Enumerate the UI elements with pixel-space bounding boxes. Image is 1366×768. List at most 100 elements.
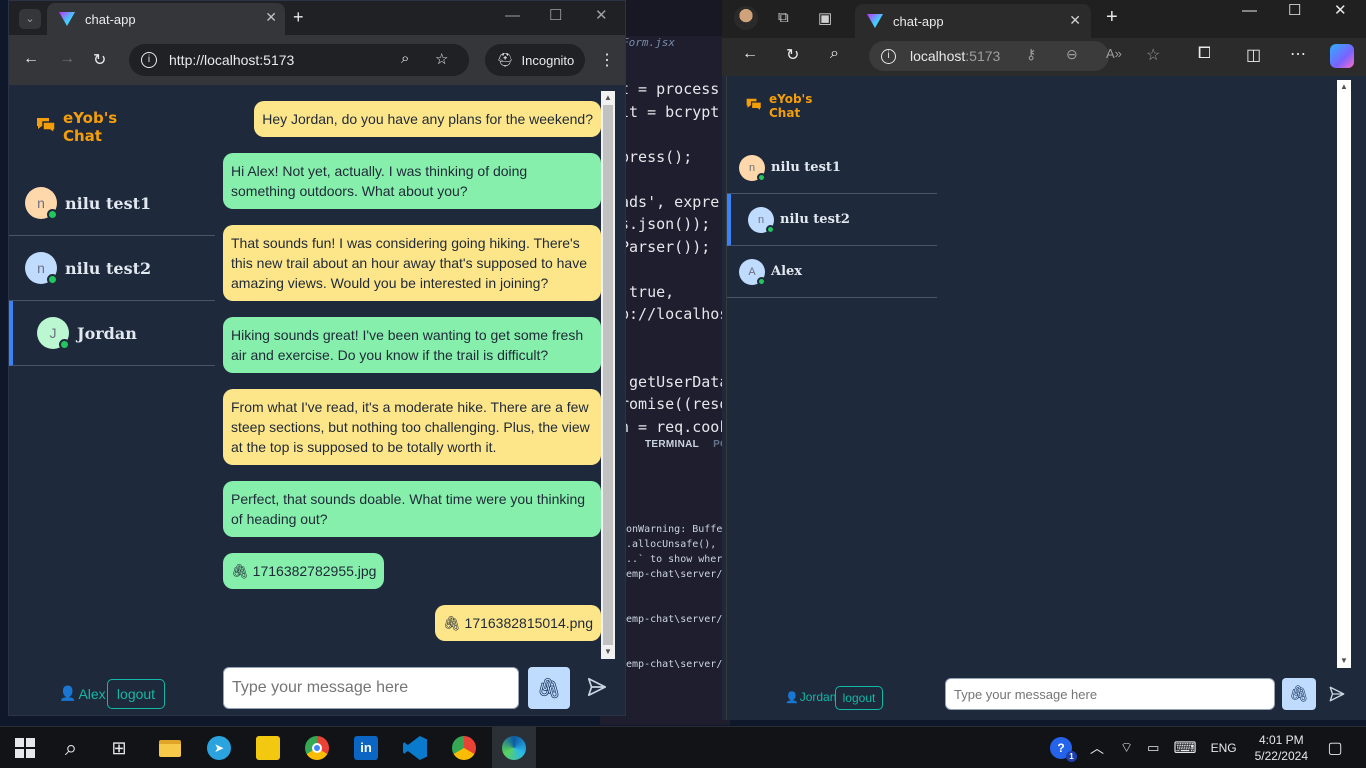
send-icon xyxy=(587,677,607,697)
site-info-icon[interactable]: i xyxy=(141,52,157,68)
key-icon[interactable]: ⚷ xyxy=(1026,46,1036,63)
show-hidden-icons-chevron-icon[interactable]: ︿ xyxy=(1090,738,1104,758)
zoom-out-icon[interactable]: ⊖ xyxy=(1066,46,1078,63)
send-button[interactable] xyxy=(1325,680,1349,708)
split-screen-icon[interactable]: ◫ xyxy=(1246,45,1261,65)
incognito-badge[interactable]: ⛑ Incognito xyxy=(485,44,585,76)
edge-taskbar-icon[interactable] xyxy=(492,727,536,768)
edge-tab[interactable]: chat-app ✕ xyxy=(855,4,1091,38)
send-icon xyxy=(1329,686,1345,702)
close-tab-icon[interactable]: ✕ xyxy=(1069,12,1081,29)
chrome-incognito-taskbar-icon[interactable] xyxy=(451,735,477,761)
notifications-icon[interactable]: ▢ xyxy=(1322,735,1348,761)
settings-more-icon[interactable]: ⋯ xyxy=(1290,44,1306,64)
terminal-line: ...` to show wher xyxy=(620,554,723,565)
language-indicator[interactable]: ENG xyxy=(1211,741,1237,755)
logout-button[interactable]: logout xyxy=(835,686,883,710)
contact-item[interactable]: n nilu test2 xyxy=(727,194,937,246)
copilot-icon[interactable] xyxy=(1330,44,1354,68)
power-bi-icon[interactable] xyxy=(255,735,281,761)
bookmark-star-icon[interactable]: ☆ xyxy=(435,50,448,68)
minimize-icon[interactable]: — xyxy=(1242,2,1257,19)
contact-item[interactable]: n nilu test2 xyxy=(9,236,215,301)
message-list: Hey Jordan, do you have any plans for th… xyxy=(223,93,601,653)
back-arrow-icon[interactable]: ← xyxy=(742,45,758,63)
battery-icon[interactable]: ▭ xyxy=(1147,740,1159,756)
help-icon[interactable]: ? 1 xyxy=(1050,737,1077,762)
contact-item[interactable]: n nilu test1 xyxy=(9,171,215,236)
clock-time: 4:01 PM xyxy=(1258,733,1304,747)
message-input[interactable] xyxy=(945,678,1275,710)
telegram-icon[interactable]: ➤ xyxy=(206,735,232,761)
tab-actions-icon[interactable]: ▣ xyxy=(818,9,832,27)
search-icon[interactable]: ⌕ xyxy=(830,45,839,63)
contact-item[interactable]: n nilu test1 xyxy=(727,142,937,194)
new-tab-icon[interactable]: + xyxy=(1106,6,1118,29)
message-scrollbar[interactable]: ▲ ▼ xyxy=(1337,80,1351,668)
contact-avatar: n xyxy=(739,154,766,182)
read-aloud-icon[interactable]: A» xyxy=(1106,46,1122,61)
code-line: true, xyxy=(620,282,675,301)
contact-item[interactable]: A Alex xyxy=(727,246,937,298)
scroll-down-icon[interactable]: ▼ xyxy=(601,645,615,659)
message-text: Hey Jordan, do you have any plans for th… xyxy=(262,111,593,127)
close-tab-icon[interactable]: ✕ xyxy=(265,9,277,26)
chrome-tab[interactable]: chat-app ✕ xyxy=(47,3,285,35)
zoom-icon[interactable]: ⌕ xyxy=(401,50,409,67)
reload-icon[interactable]: ↻ xyxy=(786,45,799,65)
clock[interactable]: 4:01 PM 5/22/2024 xyxy=(1255,732,1308,764)
address-bar[interactable]: i http://localhost:5173 ⌕ ☆ xyxy=(129,44,469,76)
send-button[interactable] xyxy=(583,671,611,703)
attach-button[interactable]: 🖇 xyxy=(1282,678,1316,710)
workspaces-icon[interactable]: ⧉ xyxy=(778,9,789,26)
attachment-filename[interactable]: 1716382782955.jpg xyxy=(253,563,377,579)
online-status-dot xyxy=(757,172,766,182)
attachment-filename[interactable]: 1716382815014.png xyxy=(465,615,593,631)
maximize-icon[interactable]: ☐ xyxy=(1288,1,1301,19)
new-tab-icon[interactable]: + xyxy=(293,7,304,28)
reload-icon[interactable]: ↻ xyxy=(93,50,106,70)
back-arrow-icon[interactable]: ← xyxy=(23,50,39,68)
forward-arrow-icon[interactable]: → xyxy=(59,50,75,68)
attachment-bubble[interactable]: 🖇 1716382782955.jpg xyxy=(223,553,385,589)
logout-button[interactable]: logout xyxy=(107,679,165,709)
message-scrollbar[interactable]: ▲ ▼ xyxy=(601,91,615,659)
site-info-icon[interactable]: i xyxy=(881,48,896,64)
tab-search-chevron-icon[interactable]: ⌄ xyxy=(19,9,41,29)
terminal-tab[interactable]: TERMINAL xyxy=(645,439,699,450)
contact-item[interactable]: J Jordan xyxy=(9,301,215,366)
chrome-menu-icon[interactable]: ⋮ xyxy=(599,50,615,70)
scroll-up-icon[interactable]: ▲ xyxy=(601,91,615,105)
scroll-up-icon[interactable]: ▲ xyxy=(1337,80,1351,94)
brand-logo: eYob's Chat xyxy=(745,92,812,120)
code-line: s.json()); xyxy=(620,215,711,233)
favorite-star-icon[interactable]: ☆ xyxy=(1146,45,1160,65)
paperclip-icon: 🖇 xyxy=(1288,686,1310,703)
wifi-icon[interactable]: ⌔ xyxy=(1120,739,1133,757)
attach-button[interactable]: 🖇 xyxy=(528,667,570,709)
message-input[interactable] xyxy=(223,667,519,709)
window-close-icon[interactable]: ✕ xyxy=(595,6,608,24)
vscode-icon[interactable] xyxy=(402,735,428,761)
chrome-icon[interactable] xyxy=(304,735,330,761)
user-icon: 👤 xyxy=(59,685,77,701)
attachment-bubble[interactable]: 🖇 1716382815014.png xyxy=(434,605,601,641)
task-view-icon[interactable]: ⊞ xyxy=(106,735,132,761)
windows-start-icon[interactable] xyxy=(12,735,38,761)
message-text: Hi Alex! Not yet, actually. I was thinki… xyxy=(231,163,528,199)
file-explorer-icon[interactable] xyxy=(157,735,183,761)
brand-name: eYob's Chat xyxy=(63,109,118,145)
minimize-icon[interactable]: — xyxy=(505,7,520,24)
linkedin-icon[interactable]: in xyxy=(353,735,379,761)
profile-avatar[interactable] xyxy=(734,6,758,30)
code-line: ads', expre xyxy=(620,192,720,211)
extensions-icon[interactable]: ⧠ xyxy=(1198,45,1211,63)
keyboard-icon[interactable]: ⌨ xyxy=(1173,738,1196,758)
maximize-icon[interactable]: ☐ xyxy=(549,6,562,24)
window-close-icon[interactable]: ✕ xyxy=(1334,1,1347,19)
editor-tab-file[interactable]: Form.jsx xyxy=(622,36,675,49)
search-icon[interactable]: ⌕ xyxy=(58,735,84,761)
scroll-thumb[interactable] xyxy=(603,105,613,645)
scroll-down-icon[interactable]: ▼ xyxy=(1337,654,1351,668)
